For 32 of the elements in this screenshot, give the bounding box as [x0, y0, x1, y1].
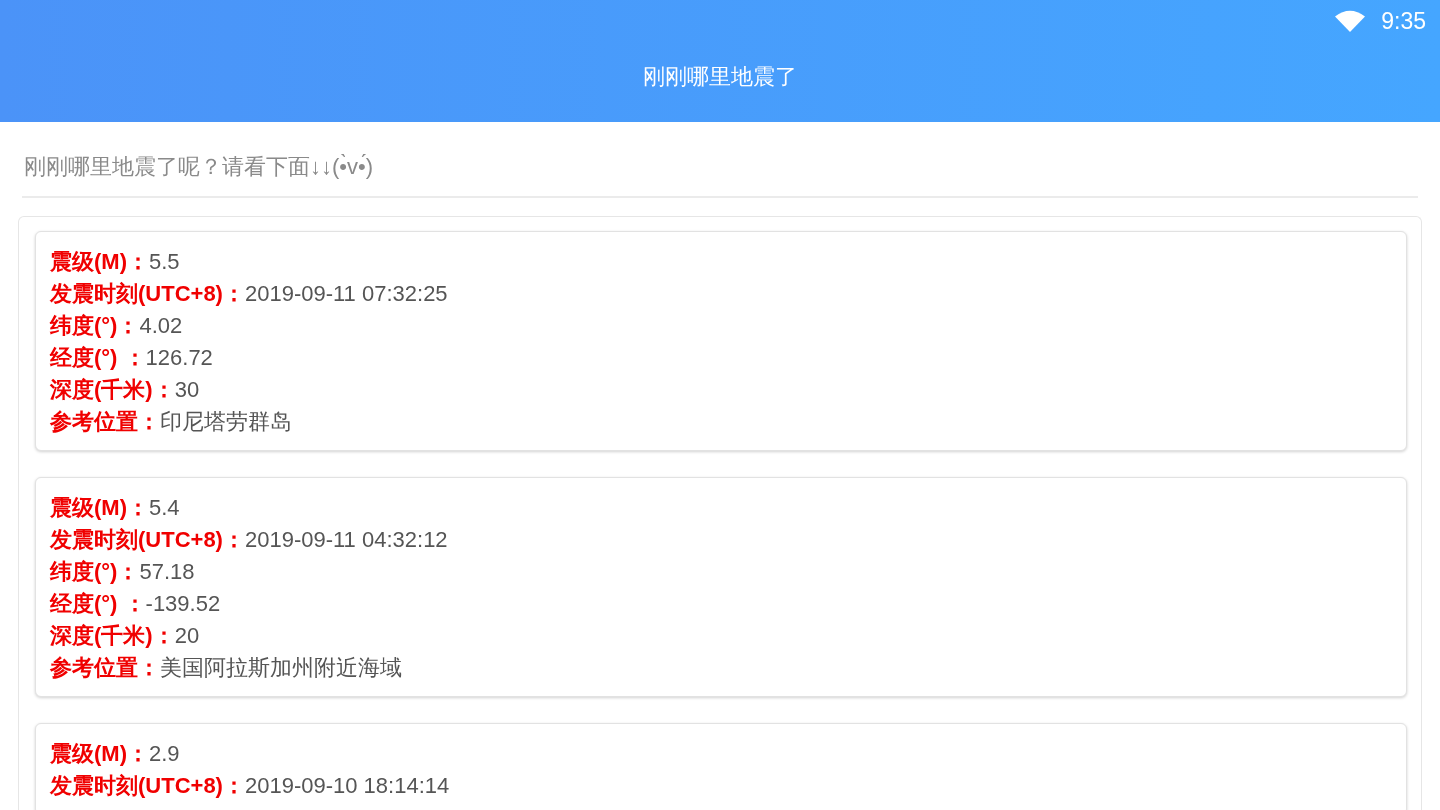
intro-text: 刚刚哪里地震了呢？请看下面↓↓(•̀v•́) — [24, 153, 375, 181]
app-title: 刚刚哪里地震了 — [643, 64, 797, 91]
field-value: 30 — [174, 377, 200, 402]
field-label: 纬度(°)： — [50, 559, 140, 584]
field-label: 发震时刻(UTC+8)： — [50, 773, 245, 798]
field-label: 参考位置： — [50, 655, 160, 680]
field-label: 震级(M)： — [50, 741, 149, 766]
field-label: 深度(千米)： — [50, 377, 175, 402]
field-label: 深度(千米)： — [50, 623, 175, 648]
field-label: 参考位置： — [50, 409, 160, 434]
field-label: 震级(M)： — [50, 495, 149, 520]
field-value: -139.52 — [145, 591, 221, 616]
field-label: 发震时刻(UTC+8)： — [50, 281, 245, 306]
field-label: 震级(M)： — [50, 249, 149, 274]
wifi-icon — [1335, 10, 1366, 32]
field-value: 4.02 — [139, 313, 183, 338]
field-label: 发震时刻(UTC+8)： — [50, 527, 245, 552]
field-value: 126.72 — [145, 345, 213, 370]
field-label: 经度(°) ： — [50, 345, 146, 370]
field-value: 5.5 — [149, 249, 180, 274]
field-label: 纬度(°)： — [50, 313, 140, 338]
field-value: 2019-09-11 07:32:25 — [244, 281, 448, 306]
field-value: 2.9 — [149, 741, 180, 766]
field-label: 经度(°) ： — [50, 591, 146, 616]
field-value: 印尼塔劳群岛 — [160, 409, 292, 434]
field-value: 5.4 — [149, 495, 180, 520]
field-value: 57.18 — [139, 559, 195, 584]
field-value: 美国阿拉斯加州附近海域 — [160, 655, 402, 680]
field-value: 2019-09-11 04:32:12 — [244, 527, 448, 552]
field-value: 2019-09-10 18:14:14 — [244, 773, 450, 798]
field-value: 20 — [174, 623, 200, 648]
status-time: 9:35 — [1381, 9, 1426, 33]
